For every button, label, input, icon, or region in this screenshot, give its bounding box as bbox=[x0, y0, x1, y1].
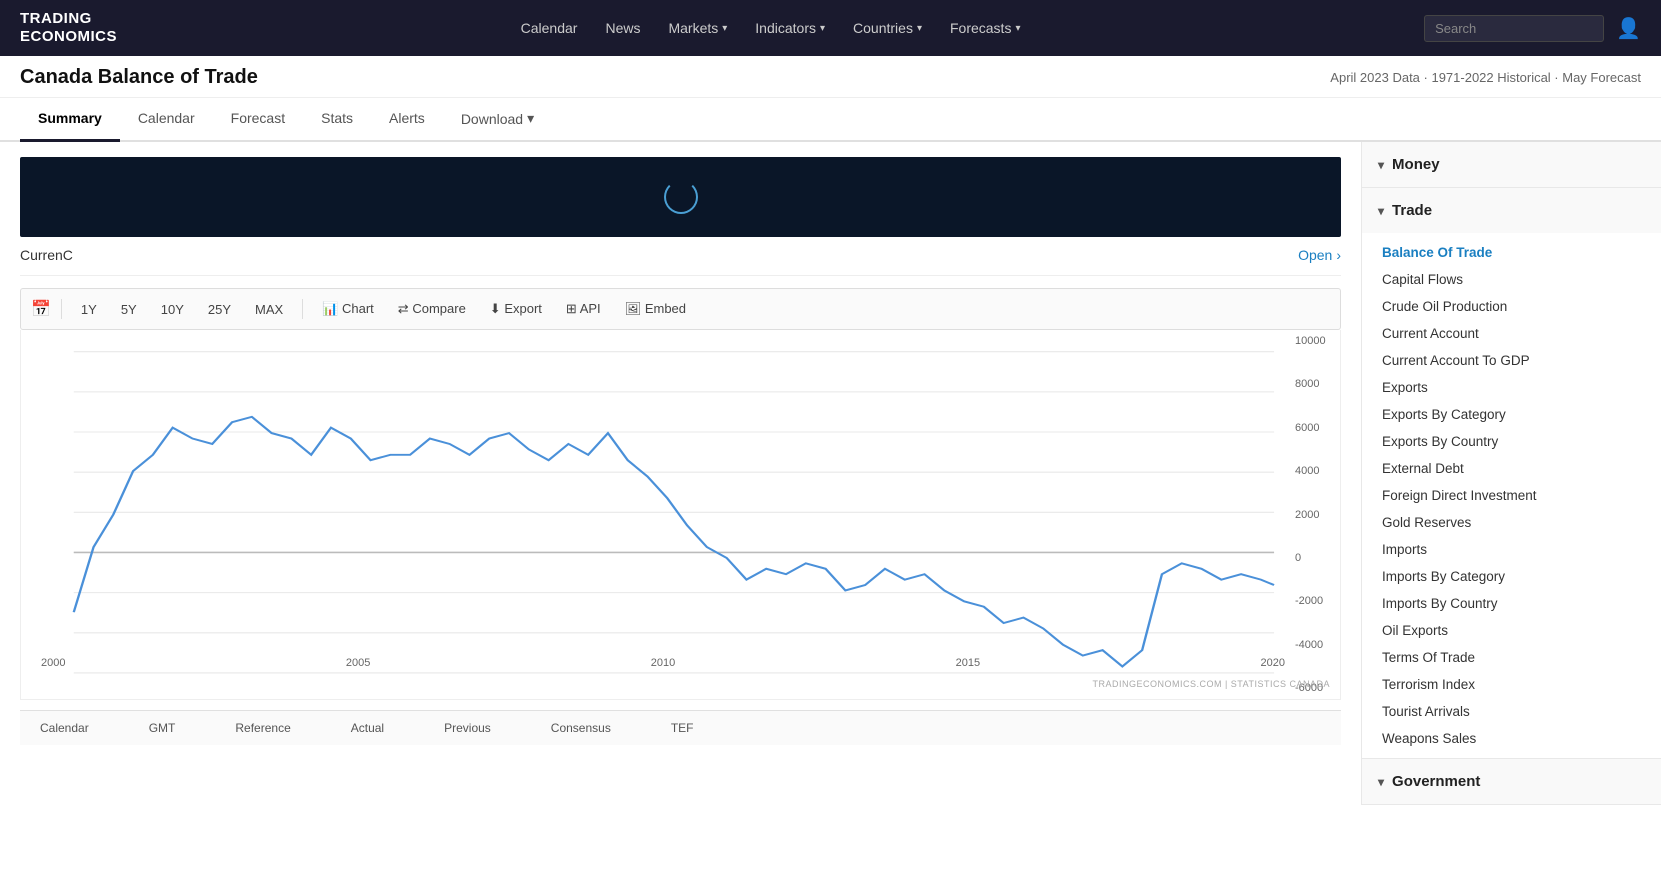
period-1y[interactable]: 1Y bbox=[72, 298, 106, 321]
sidebar-item-terrorism-index[interactable]: Terrorism Index bbox=[1362, 671, 1661, 698]
col-previous: Previous bbox=[444, 721, 491, 735]
sidebar-section-money: ▾ Money bbox=[1362, 142, 1661, 188]
nav-markets[interactable]: Markets ▾ bbox=[666, 20, 729, 36]
sidebar-item-weapons-sales[interactable]: Weapons Sales bbox=[1362, 725, 1661, 752]
period-10y[interactable]: 10Y bbox=[152, 298, 193, 321]
trade-chart bbox=[21, 330, 1340, 699]
embed-icon: 🖼 bbox=[625, 301, 642, 316]
sidebar-item-imports[interactable]: Imports bbox=[1362, 536, 1661, 563]
tab-download[interactable]: Download ▾ bbox=[443, 98, 552, 142]
period-max[interactable]: MAX bbox=[246, 298, 292, 321]
page-title-bar: Canada Balance of Trade April 2023 Data … bbox=[0, 56, 1661, 98]
api-icon: ⊞ bbox=[566, 301, 577, 316]
period-25y[interactable]: 25Y bbox=[199, 298, 240, 321]
action-export[interactable]: ⬇ Export bbox=[481, 297, 551, 321]
chart-wrapper: 10000 8000 6000 4000 2000 0 -2000 -4000 … bbox=[20, 330, 1341, 700]
tab-alerts[interactable]: Alerts bbox=[371, 98, 443, 142]
header-right: 👤 bbox=[1424, 15, 1641, 42]
search-input[interactable] bbox=[1424, 15, 1604, 42]
col-calendar: Calendar bbox=[40, 721, 89, 735]
sidebar-trade-label: Trade bbox=[1392, 202, 1432, 219]
sidebar-money-label: Money bbox=[1392, 156, 1440, 173]
sidebar: ▾ Money ▾ Trade Balance Of Trade Capital… bbox=[1361, 142, 1661, 805]
countries-chevron-icon: ▾ bbox=[917, 23, 922, 34]
divider-1 bbox=[61, 299, 62, 319]
sidebar-item-exports[interactable]: Exports bbox=[1362, 374, 1661, 401]
sidebar-item-terms-of-trade[interactable]: Terms Of Trade bbox=[1362, 644, 1661, 671]
sidebar-government-header[interactable]: ▾ Government bbox=[1362, 759, 1661, 804]
forecasts-chevron-icon: ▾ bbox=[1015, 23, 1020, 34]
currenc-row: CurrenC Open › bbox=[20, 237, 1341, 276]
sidebar-item-tourist-arrivals[interactable]: Tourist Arrivals bbox=[1362, 698, 1661, 725]
tab-summary[interactable]: Summary bbox=[20, 98, 120, 142]
header: TRADING ECONOMICS Calendar News Markets … bbox=[0, 0, 1661, 56]
content-area: CurrenC Open › 📅 1Y 5Y 10Y 25Y MAX 📊 Cha… bbox=[0, 142, 1361, 805]
main-layout: CurrenC Open › 📅 1Y 5Y 10Y 25Y MAX 📊 Cha… bbox=[0, 142, 1661, 805]
action-chart[interactable]: 📊 Chart bbox=[313, 297, 383, 321]
nav-countries[interactable]: Countries ▾ bbox=[851, 20, 924, 36]
sidebar-money-header[interactable]: ▾ Money bbox=[1362, 142, 1661, 187]
sidebar-item-gold-reserves[interactable]: Gold Reserves bbox=[1362, 509, 1661, 536]
tab-forecast[interactable]: Forecast bbox=[213, 98, 303, 142]
sidebar-item-external-debt[interactable]: External Debt bbox=[1362, 455, 1661, 482]
sidebar-item-current-account-gdp[interactable]: Current Account To GDP bbox=[1362, 347, 1661, 374]
col-gmt: GMT bbox=[149, 721, 176, 735]
user-icon[interactable]: 👤 bbox=[1616, 16, 1641, 41]
sidebar-item-exports-by-category[interactable]: Exports By Category bbox=[1362, 401, 1661, 428]
divider-2 bbox=[302, 299, 303, 319]
sidebar-trade-items: Balance Of Trade Capital Flows Crude Oil… bbox=[1362, 233, 1661, 758]
sidebar-item-balance-of-trade[interactable]: Balance Of Trade bbox=[1362, 239, 1661, 266]
sidebar-item-imports-by-country[interactable]: Imports By Country bbox=[1362, 590, 1661, 617]
tab-stats[interactable]: Stats bbox=[303, 98, 371, 142]
chart-icon: 📊 bbox=[322, 301, 338, 316]
nav-news[interactable]: News bbox=[603, 20, 642, 36]
download-chevron-icon: ▾ bbox=[527, 110, 534, 127]
action-api[interactable]: ⊞ API bbox=[557, 297, 610, 321]
nav-indicators[interactable]: Indicators ▾ bbox=[753, 20, 827, 36]
open-chevron-icon: › bbox=[1336, 247, 1341, 263]
currenc-label: CurrenC bbox=[20, 247, 73, 263]
sidebar-section-trade: ▾ Trade Balance Of Trade Capital Flows C… bbox=[1362, 188, 1661, 759]
compare-icon: ⇄ bbox=[398, 301, 409, 316]
chart-controls: 📅 1Y 5Y 10Y 25Y MAX 📊 Chart ⇄ Compare ⬇ … bbox=[20, 288, 1341, 330]
sidebar-government-label: Government bbox=[1392, 773, 1480, 790]
export-icon: ⬇ bbox=[490, 301, 501, 316]
col-actual: Actual bbox=[351, 721, 384, 735]
government-chevron-icon: ▾ bbox=[1378, 775, 1384, 789]
col-reference: Reference bbox=[235, 721, 290, 735]
sidebar-trade-header[interactable]: ▾ Trade bbox=[1362, 188, 1661, 233]
nav-calendar[interactable]: Calendar bbox=[519, 20, 580, 36]
action-embed[interactable]: 🖼 Embed bbox=[616, 297, 695, 321]
period-5y[interactable]: 5Y bbox=[112, 298, 146, 321]
sidebar-item-oil-exports[interactable]: Oil Exports bbox=[1362, 617, 1661, 644]
sidebar-item-exports-by-country[interactable]: Exports By Country bbox=[1362, 428, 1661, 455]
tab-calendar[interactable]: Calendar bbox=[120, 98, 213, 142]
nav-forecasts[interactable]: Forecasts ▾ bbox=[948, 20, 1023, 36]
calendar-icon[interactable]: 📅 bbox=[31, 299, 51, 319]
page-title: Canada Balance of Trade bbox=[20, 66, 258, 89]
logo[interactable]: TRADING ECONOMICS bbox=[20, 10, 117, 46]
open-link[interactable]: Open › bbox=[1298, 247, 1341, 263]
currency-banner bbox=[20, 157, 1341, 237]
action-compare[interactable]: ⇄ Compare bbox=[389, 297, 475, 321]
sidebar-item-imports-by-category[interactable]: Imports By Category bbox=[1362, 563, 1661, 590]
chart-watermark: TRADINGECONOMICS.COM | STATISTICS CANADA bbox=[1092, 679, 1330, 689]
trade-chevron-icon: ▾ bbox=[1378, 204, 1384, 218]
markets-chevron-icon: ▾ bbox=[722, 23, 727, 34]
bottom-table-hint: Calendar GMT Reference Actual Previous C… bbox=[20, 710, 1341, 745]
sidebar-item-foreign-direct-investment[interactable]: Foreign Direct Investment bbox=[1362, 482, 1661, 509]
main-nav: Calendar News Markets ▾ Indicators ▾ Cou… bbox=[147, 20, 1394, 36]
page-subtitle: April 2023 Data · 1971-2022 Historical ·… bbox=[1330, 70, 1641, 85]
col-tef: TEF bbox=[671, 721, 694, 735]
money-chevron-icon: ▾ bbox=[1378, 158, 1384, 172]
sidebar-item-current-account[interactable]: Current Account bbox=[1362, 320, 1661, 347]
sidebar-section-government: ▾ Government bbox=[1362, 759, 1661, 805]
col-consensus: Consensus bbox=[551, 721, 611, 735]
tabs-bar: Summary Calendar Forecast Stats Alerts D… bbox=[0, 98, 1661, 142]
sidebar-item-crude-oil-production[interactable]: Crude Oil Production bbox=[1362, 293, 1661, 320]
indicators-chevron-icon: ▾ bbox=[820, 23, 825, 34]
sidebar-item-capital-flows[interactable]: Capital Flows bbox=[1362, 266, 1661, 293]
